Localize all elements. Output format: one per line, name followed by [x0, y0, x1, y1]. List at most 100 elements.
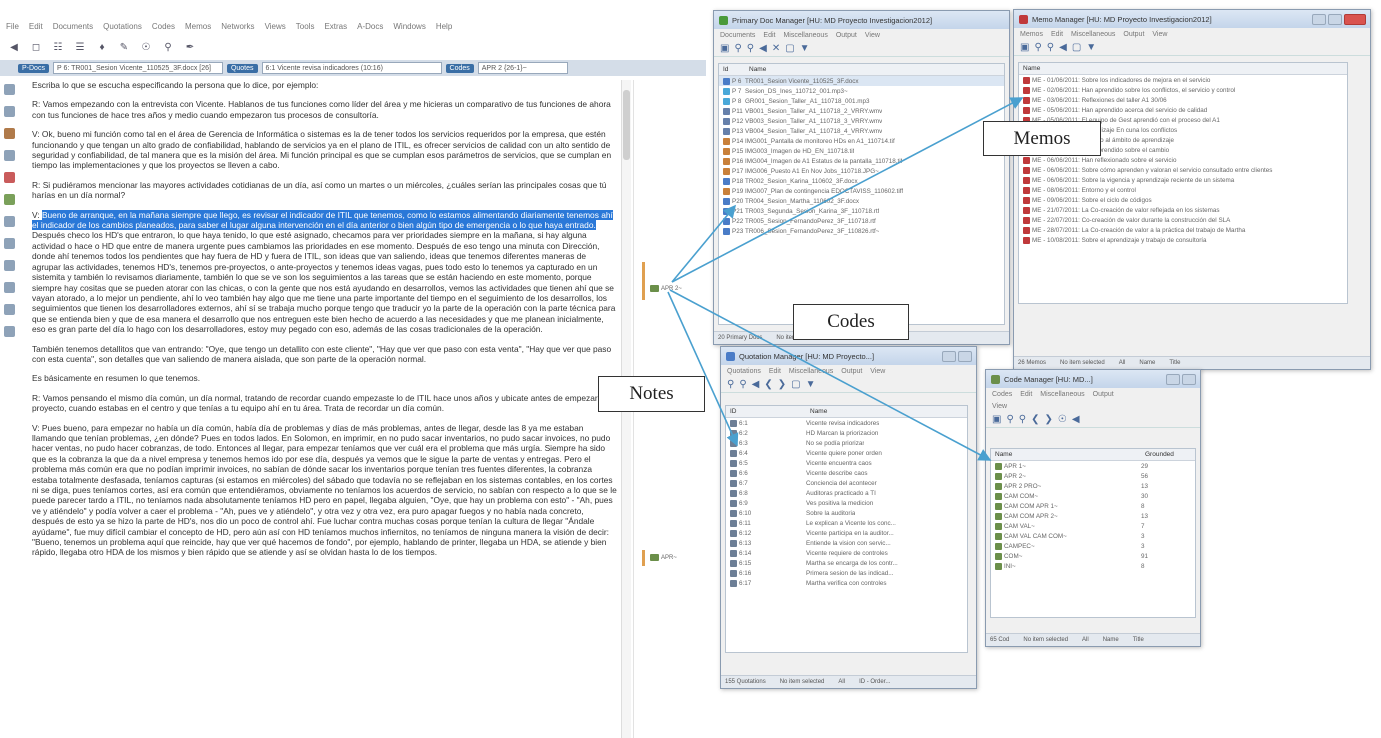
share-icon[interactable]: ◀ [752, 379, 760, 390]
menu-file[interactable]: File [6, 22, 19, 36]
filter-icon[interactable]: ▼ [806, 379, 816, 390]
menu-extras[interactable]: Extras [324, 22, 347, 36]
code-row[interactable]: CAM VAL~ 7 [991, 521, 1195, 531]
menu-view[interactable]: View [865, 32, 880, 39]
code-row[interactable]: COM~ 91 [991, 551, 1195, 561]
key-icon[interactable]: ⚲ [739, 379, 746, 390]
pen-icon[interactable]: ✒ [182, 40, 198, 54]
key-icon[interactable]: ⚲ [747, 43, 754, 54]
pdoc-icon[interactable]: ☷ [50, 40, 66, 54]
quote-row[interactable]: 6:13 Entiende la vision con servic... [726, 538, 967, 548]
pdoc-row[interactable]: P12 VB003_Sesion_Taller_A1_110718_3_VRRY.… [719, 116, 1004, 126]
zoom-icon[interactable] [4, 84, 15, 95]
quote-row[interactable]: 6:4 Vicente quiere poner orden [726, 448, 967, 458]
search-icon[interactable]: ⚲ [1006, 414, 1013, 425]
col-name[interactable]: Name [995, 451, 1145, 458]
code-row[interactable]: APR 1~ 29 [991, 461, 1195, 471]
menu-windows[interactable]: Windows [393, 22, 425, 36]
code-list-icon[interactable] [4, 128, 15, 139]
pdoc-row[interactable]: P 6 TR001_Sesion Vicente_110525_3F.docx [719, 76, 1004, 86]
close-button[interactable] [1344, 13, 1366, 25]
memo-row[interactable]: ME - 28/07/2011: La Co-creación de valor… [1019, 225, 1347, 235]
pdoc-row[interactable]: P 7 Sesion_DS_Ines_110712_001.mp3~ [719, 86, 1004, 96]
open-code-icon[interactable] [4, 216, 15, 227]
quotation-bracket[interactable] [642, 550, 645, 566]
pdoc-row[interactable]: P17 IMG006_Puesto A1 En Nov Jobs_110718.J… [719, 166, 1004, 176]
share-icon[interactable]: ◀ [759, 43, 767, 54]
memo-row[interactable]: ME - 06/06/2011: Sobre cómo aprenden y v… [1019, 165, 1347, 175]
minimize-button[interactable] [1312, 13, 1326, 25]
key-icon[interactable]: ⚲ [1019, 414, 1026, 425]
menu-miscellaneous[interactable]: Miscellaneous [789, 368, 833, 375]
folder-icon[interactable]: ▣ [992, 414, 1001, 425]
menu-tools[interactable]: Tools [296, 22, 315, 36]
code-row[interactable]: CAM COM APR 1~ 8 [991, 501, 1195, 511]
filter-icon[interactable]: ▼ [800, 43, 810, 54]
menu-codes[interactable]: Codes [152, 22, 175, 36]
col-name[interactable]: Name [1023, 65, 1040, 72]
quote-icon[interactable]: ☰ [72, 40, 88, 54]
code-row[interactable]: CAM COM APR 2~ 13 [991, 511, 1195, 521]
menu-edit[interactable]: Edit [763, 32, 775, 39]
quote-row[interactable]: 6:14 Vicente requiere de controles [726, 548, 967, 558]
search-icon[interactable]: ⚲ [727, 379, 734, 390]
menu-edit[interactable]: Edit [769, 368, 781, 375]
menu-adocs[interactable]: A-Docs [357, 22, 383, 36]
memo-row[interactable]: ME - 06/06/2011: Sobre la vigencia y apr… [1019, 175, 1347, 185]
link-icon[interactable] [4, 260, 15, 271]
memo-row[interactable]: ME - 02/06/2011: Han aprendido sobre los… [1019, 85, 1347, 95]
find-icon[interactable] [4, 304, 15, 315]
col-grounded[interactable]: Grounded [1145, 451, 1174, 458]
col-name[interactable]: Name [749, 66, 766, 73]
margin-icon[interactable] [4, 106, 15, 117]
col-name[interactable]: Name [810, 408, 827, 415]
pdoc-selector[interactable]: P 6: TR001_Sesion Vicente_110525_3F.docx… [52, 62, 223, 74]
pdoc-row[interactable]: P20 TR004_Sesion_Martha_110602_3F.docx [719, 196, 1004, 206]
pdoc-titlebar[interactable]: Primary Doc Manager [HU: MD Proyecto Inv… [714, 11, 1009, 29]
code-icon[interactable]: ♦ [94, 40, 110, 54]
scroll-thumb[interactable] [623, 90, 630, 160]
menu-codes[interactable]: Codes [992, 391, 1012, 398]
quote-row[interactable]: 6:6 Vicente describe caos [726, 468, 967, 478]
window-icon[interactable]: ▢ [791, 379, 800, 390]
flag-icon[interactable] [4, 326, 15, 337]
minimize-button[interactable] [1166, 373, 1180, 385]
pdoc-row[interactable]: P21 TR003_Segunda_Sesion_Karina_3F_110718… [719, 206, 1004, 216]
network-icon[interactable]: ☉ [138, 40, 154, 54]
memo-row[interactable]: ME - 10/08/2011: Sobre el aprendizaje y … [1019, 235, 1347, 245]
delete-icon[interactable]: ✕ [772, 43, 780, 54]
menu-documents[interactable]: Documents [53, 22, 93, 36]
network-icon[interactable]: ☉ [1058, 414, 1067, 425]
pdoc-row[interactable]: P23 TR006_Sesion_FernandoPerez_3F_110826.… [719, 226, 1004, 236]
search-icon[interactable]: ⚲ [734, 43, 741, 54]
menu-edit[interactable]: Edit [1020, 391, 1032, 398]
memo-row[interactable]: ME - 01/06/2011: Sobre los indicadores d… [1019, 75, 1347, 85]
selected-quotation[interactable]: Bueno de arranque, en la mañana siempre … [32, 209, 613, 231]
next-icon[interactable]: ❯ [1045, 414, 1053, 425]
menu-memos[interactable]: Memos [1020, 31, 1043, 38]
memo-row[interactable]: ME - 03/06/2011: Reflexiones del taller … [1019, 95, 1347, 105]
quote-row[interactable]: 6:3 No se podía priorizar [726, 438, 967, 448]
share-icon[interactable]: ◀ [6, 40, 22, 54]
quote-row[interactable]: 6:17 Martha verifica con controles [726, 578, 967, 588]
menu-views[interactable]: Views [265, 22, 286, 36]
menu-output[interactable]: Output [836, 32, 857, 39]
menu-edit[interactable]: Edit [29, 22, 43, 36]
col-id[interactable]: Id [723, 66, 749, 73]
quotation-bracket[interactable] [642, 262, 645, 300]
maximize-button[interactable] [1182, 373, 1196, 385]
code-in-vivo-icon[interactable] [4, 194, 15, 205]
prev-icon[interactable]: ❮ [764, 379, 772, 390]
quote-row[interactable]: 6:15 Martha se encarga de los contr... [726, 558, 967, 568]
quote-row[interactable]: 6:10 Sobre la auditoria [726, 508, 967, 518]
code-titlebar[interactable]: Code Manager [HU: MD...] [986, 370, 1200, 388]
memo-row[interactable]: ME - 22/07/2011: Co-creación de valor du… [1019, 215, 1347, 225]
document-text[interactable]: Escriba lo que se escucha especificando … [32, 80, 617, 738]
quote-row[interactable]: 6:12 Vicente participa en la auditor... [726, 528, 967, 538]
pdoc-row[interactable]: P 8 GR001_Sesion_Taller_A1_110718_001.mp3 [719, 96, 1004, 106]
search-icon[interactable] [4, 282, 15, 293]
menu-quotations[interactable]: Quotations [103, 22, 142, 36]
search-icon[interactable]: ⚲ [1034, 42, 1041, 53]
pdoc-row[interactable]: P13 VB004_Sesion_Taller_A1_110718_4_VRRY.… [719, 126, 1004, 136]
maximize-button[interactable] [1328, 13, 1342, 25]
